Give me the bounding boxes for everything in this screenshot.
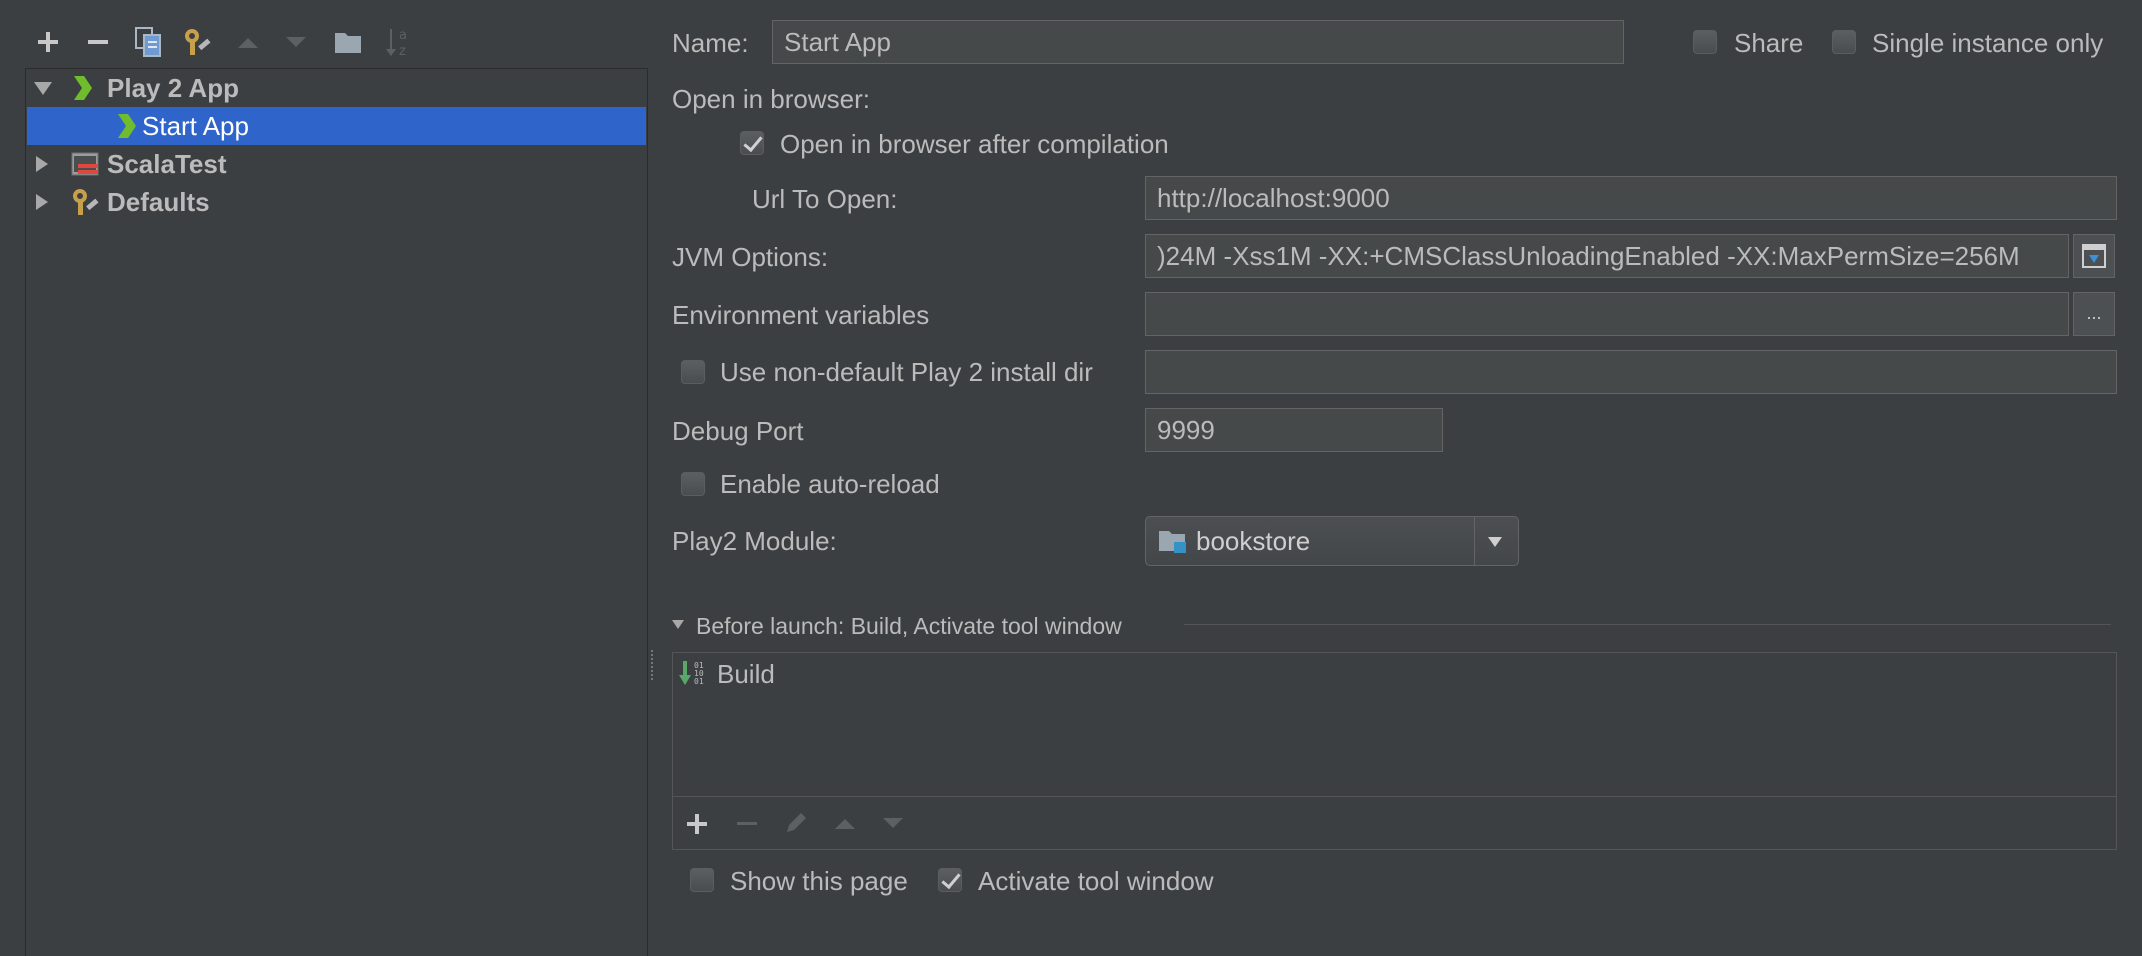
nondefault-install-label[interactable]: Use non-default Play 2 install dir (720, 357, 1093, 387)
module-folder-icon (1159, 531, 1186, 553)
tree-item-scalatest[interactable]: ScalaTest (27, 145, 646, 183)
folder-icon[interactable] (330, 24, 366, 60)
remove-icon[interactable] (80, 24, 116, 60)
play-chevron-icon (74, 76, 92, 100)
open-after-compilation-checkbox[interactable] (740, 131, 764, 155)
chevron-down-icon (1488, 537, 1502, 547)
tree-item-play2-app[interactable]: Play 2 App (27, 69, 646, 107)
before-launch-toolbar (672, 796, 2117, 850)
single-instance-label[interactable]: Single instance only (1872, 28, 2103, 58)
move-up-icon (835, 819, 855, 829)
edit-icon (787, 813, 806, 832)
expand-field-button[interactable] (2073, 234, 2115, 278)
debug-port-field[interactable]: 9999 (1145, 408, 1443, 452)
tree-item-label: Defaults (107, 187, 210, 217)
add-icon[interactable] (30, 24, 66, 60)
show-page-checkbox[interactable] (690, 868, 714, 892)
tree-item-defaults[interactable]: Defaults (27, 183, 646, 221)
show-page-label[interactable]: Show this page (730, 866, 908, 896)
list-item[interactable]: 01 10 01 Build (675, 655, 1675, 693)
wrench-icon[interactable] (180, 24, 216, 60)
jvm-options-label: JVM Options: (672, 242, 829, 272)
wrench-icon (73, 189, 99, 215)
remove-icon (737, 822, 757, 825)
copy-icon[interactable] (130, 24, 166, 60)
tree-item-label: Play 2 App (107, 73, 239, 103)
expand-icon (2082, 244, 2106, 268)
nondefault-install-checkbox[interactable] (681, 360, 705, 384)
move-down-icon (280, 24, 312, 60)
env-vars-label: Environment variables (672, 300, 930, 330)
move-down-icon (883, 818, 903, 828)
scalatest-icon (71, 152, 99, 176)
open-in-browser-section-label: Open in browser: (672, 84, 870, 114)
module-selected-value: bookstore (1196, 526, 1311, 556)
single-instance-checkbox[interactable] (1832, 30, 1856, 54)
debug-port-label: Debug Port (672, 416, 804, 446)
activate-tool-window-label[interactable]: Activate tool window (978, 866, 1214, 896)
move-up-icon (232, 24, 264, 60)
before-launch-title[interactable]: Before launch: Build, Activate tool wind… (696, 611, 1122, 641)
play2-module-label: Play2 Module: (672, 526, 837, 556)
expand-arrow-icon[interactable] (34, 82, 52, 95)
share-label[interactable]: Share (1734, 28, 1803, 58)
auto-reload-label[interactable]: Enable auto-reload (720, 469, 940, 499)
tree-item-label: Start App (142, 111, 249, 141)
auto-reload-checkbox[interactable] (681, 472, 705, 496)
jvm-options-field[interactable]: )24M -Xss1M -XX:+CMSClassUnloadingEnable… (1145, 234, 2069, 278)
collapse-arrow-icon[interactable] (672, 620, 684, 629)
svg-text:a: a (399, 28, 407, 43)
splitter-handle[interactable] (651, 650, 657, 680)
env-vars-field[interactable] (1145, 292, 2069, 336)
build-icon: 011001 (679, 661, 704, 686)
tree-item-start-app[interactable]: Start App (27, 107, 646, 145)
svg-text:01: 01 (694, 677, 704, 686)
name-field[interactable]: Start App (772, 20, 1624, 64)
sort-icon: az (380, 24, 416, 60)
svg-text:z: z (399, 44, 406, 59)
open-after-compilation-label[interactable]: Open in browser after compilation (780, 129, 1169, 159)
name-label: Name: (672, 28, 749, 58)
add-icon[interactable] (685, 812, 709, 836)
section-divider (1184, 624, 2111, 625)
expand-arrow-icon[interactable] (36, 194, 48, 210)
expand-arrow-icon[interactable] (36, 156, 48, 172)
play2-module-select[interactable]: bookstore (1145, 516, 1519, 566)
share-checkbox[interactable] (1693, 30, 1717, 54)
tree-item-label: ScalaTest (107, 149, 227, 179)
url-label: Url To Open: (752, 184, 898, 214)
play-chevron-icon (118, 114, 136, 138)
install-dir-field[interactable] (1145, 350, 2117, 394)
env-vars-browse-button[interactable]: ... (2073, 292, 2115, 336)
activate-tool-window-checkbox[interactable] (938, 868, 962, 892)
url-field[interactable]: http://localhost:9000 (1145, 176, 2117, 220)
list-item-label: Build (717, 659, 775, 689)
